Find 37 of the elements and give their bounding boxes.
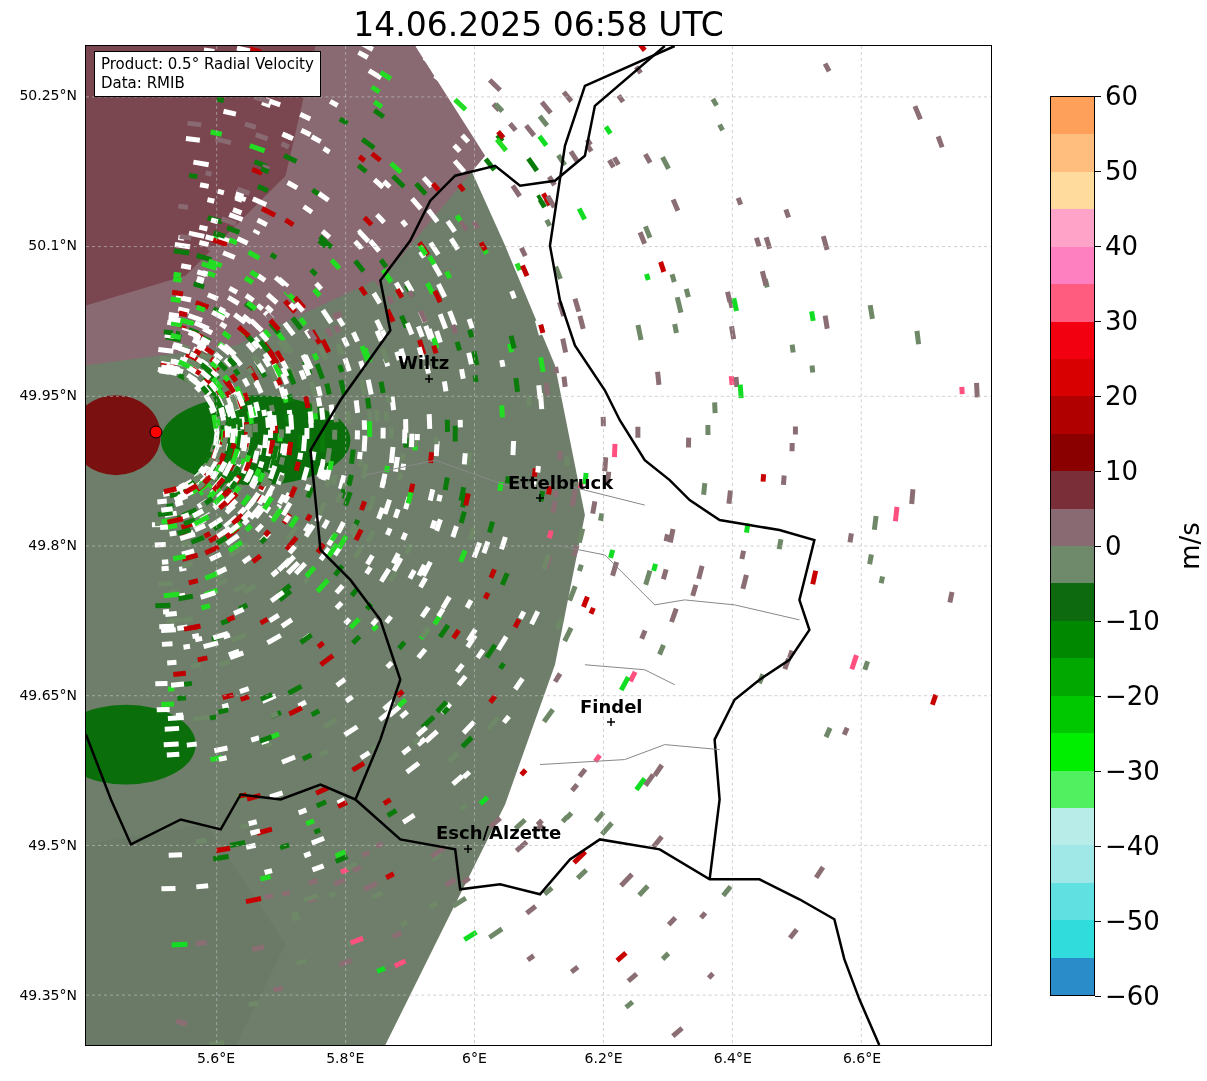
colorbar-tick-label: 20 (1105, 381, 1139, 411)
city-label: Findel (580, 696, 643, 717)
latitude-label: 49.35°N (19, 987, 77, 1003)
colorbar-tick-label: −60 (1105, 981, 1160, 1011)
colorbar-tick-label: 10 (1105, 456, 1139, 486)
longitude-label: 6.2°E (584, 1050, 623, 1066)
longitude-label: 5.8°E (326, 1050, 365, 1066)
city-label: Wiltz (398, 352, 450, 373)
city-marker-icon (536, 494, 544, 502)
radar-site-icon (149, 425, 163, 439)
info-text: Data: RMIB (101, 74, 186, 93)
latitude-label: 49.5°N (28, 837, 77, 853)
city-marker-icon (464, 845, 472, 853)
colorbar-label: m/s (1175, 522, 1205, 570)
longitude-label: 6.6°E (842, 1050, 882, 1066)
latitude-label: 50.1°N (28, 237, 77, 253)
colorbar-tick-label: 30 (1105, 306, 1139, 336)
latitude-label: 49.65°N (19, 687, 77, 703)
chart-title: 14.06.2025 06:58 UTC (353, 4, 724, 41)
longitude-label: 5.6°E (196, 1050, 236, 1066)
longitude-label: 6.4°E (713, 1050, 752, 1066)
colorbar-tick-label: −50 (1105, 906, 1160, 936)
longitude-label: 6°E (462, 1050, 487, 1066)
colorbar-tick-label: −10 (1105, 606, 1160, 636)
city-marker-icon (607, 718, 615, 726)
colorbar-tick-label: 60 (1105, 81, 1139, 111)
city-marker-icon (425, 375, 433, 383)
colorbar-tick-label: −20 (1105, 681, 1160, 711)
info-text: Product: 0.5° Radial Velocity (101, 55, 314, 74)
colorbar-tick-label: 50 (1105, 156, 1139, 186)
colorbar-tick-label: −30 (1105, 756, 1160, 786)
latitude-label: 49.8°N (28, 537, 77, 553)
colorbar-tick-label: −40 (1105, 831, 1160, 861)
colorbar-tick-label: 0 (1105, 531, 1122, 561)
latitude-label: 50.25°N (19, 87, 77, 103)
latitude-label: 49.95°N (19, 387, 77, 403)
colorbar-tick-label: 40 (1105, 231, 1139, 261)
